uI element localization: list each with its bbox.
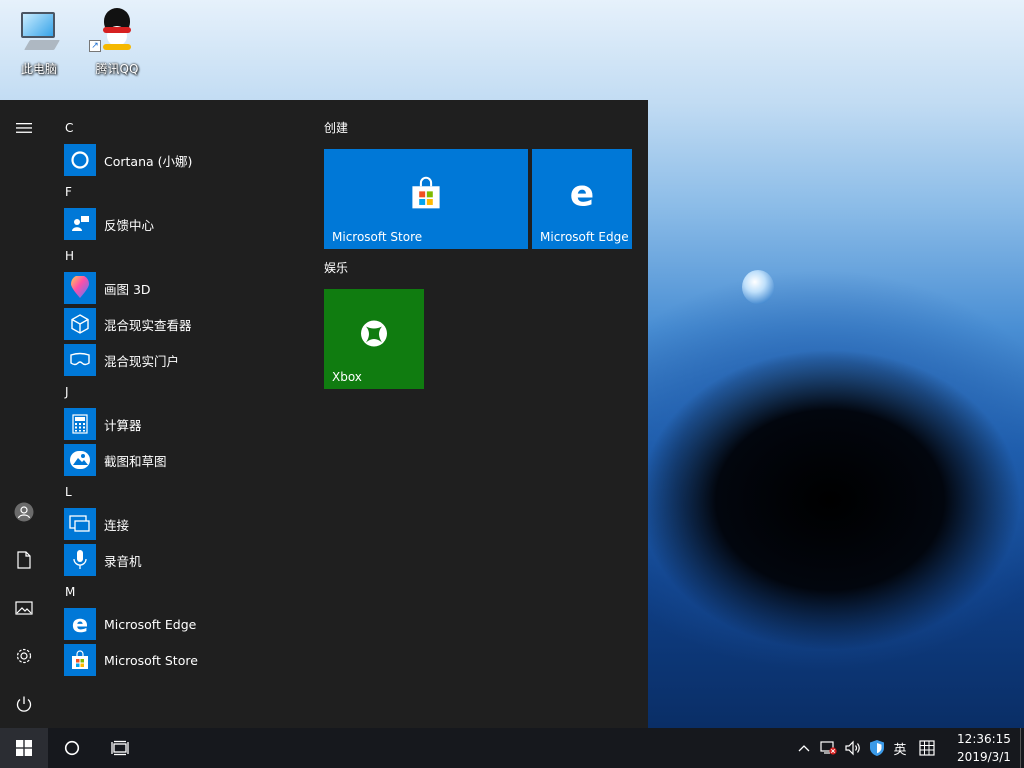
app-item-feedback-hub[interactable]: 反馈中心 [56,206,306,242]
app-label: 混合现实查看器 [104,317,192,333]
app-group-header[interactable]: L [56,478,306,506]
chevron-up-icon [798,745,810,752]
app-label: 连接 [104,517,130,533]
security-button[interactable] [866,728,888,768]
tile-xbox[interactable]: Xbox [324,289,424,389]
clock-date: 2019/3/1 [957,750,1011,764]
app-item-mixed-reality-viewer[interactable]: 混合现实查看器 [56,306,306,342]
app-label: 截图和草图 [104,453,167,469]
app-item-mixed-reality-portal[interactable]: 混合现实门户 [56,342,306,378]
desktop-icon-label: 此电脑 [20,62,57,76]
app-group-header[interactable]: F [56,178,306,206]
app-label: 录音机 [104,553,142,569]
xbox-icon [359,319,389,352]
this-pc-icon [15,8,63,56]
app-item-snip-sketch[interactable]: 截图和草图 [56,442,306,478]
tile-label: Xbox [332,370,362,384]
edge-icon: e [64,608,96,640]
user-avatar-icon [14,502,34,522]
windows-defender-icon [870,740,884,756]
app-group-header[interactable]: J [56,378,306,406]
start-menu: C Cortana (小娜) F 反馈中心 H 画图 3D 混合现实查看器 混合… [0,100,648,728]
wallpaper-water-drop [742,270,774,304]
power-icon [16,696,32,712]
settings-button[interactable] [0,632,48,680]
search-button[interactable] [48,728,96,768]
ime-language-button[interactable]: 英 [890,728,910,768]
pictures-icon [15,601,33,615]
windows-logo-icon [16,740,32,756]
app-label: Microsoft Edge [104,616,197,632]
app-item-microsoft-edge[interactable]: e Microsoft Edge [56,606,306,642]
gear-icon [16,648,32,664]
app-item-calculator[interactable]: 计算器 [56,406,306,442]
app-item-cortana[interactable]: Cortana (小娜) [56,142,306,178]
taskbar-clock[interactable]: 12:36:15 2019/3/1 [950,730,1018,766]
desktop-icon-label: 腾讯QQ [95,62,139,76]
power-button[interactable] [0,680,48,728]
app-item-voice-recorder[interactable]: 录音机 [56,542,306,578]
app-item-paint-3d[interactable]: 画图 3D [56,270,306,306]
expand-menu-button[interactable] [0,104,48,152]
app-item-connect[interactable]: 连接 [56,506,306,542]
app-label: 混合现实门户 [104,353,180,369]
start-button[interactable] [0,728,48,768]
app-list: C Cortana (小娜) F 反馈中心 H 画图 3D 混合现实查看器 混合… [56,114,306,678]
store-icon [409,176,443,213]
task-view-button[interactable] [96,728,144,768]
tile-label: Microsoft Store [332,230,423,244]
clock-time: 12:36:15 [957,732,1011,746]
desktop-icon-qq[interactable]: ↗ 腾讯QQ [82,8,152,78]
show-hidden-icons-button[interactable] [794,728,814,768]
calculator-icon [64,408,96,440]
mixed-reality-viewer-icon [64,308,96,340]
pictures-button[interactable] [0,584,48,632]
network-button[interactable] [818,728,840,768]
app-group-header[interactable]: H [56,242,306,270]
app-group-header[interactable]: C [56,114,306,142]
cortana-icon [64,144,96,176]
snip-sketch-icon [64,444,96,476]
tile-microsoft-store[interactable]: Microsoft Store [324,149,528,249]
volume-icon [845,740,860,756]
desktop-icon-this-pc[interactable]: 此电脑 [4,8,74,78]
show-desktop-button[interactable] [1020,728,1024,768]
task-view-icon [111,740,129,756]
app-label: 计算器 [104,417,142,433]
tile-group-title[interactable]: 娱乐 [324,254,348,282]
taskbar: 英 12:36:15 2019/3/1 [0,728,1024,768]
app-label: 反馈中心 [104,217,155,233]
hamburger-icon [16,123,32,133]
feedback-hub-icon [64,208,96,240]
paint-3d-icon [64,272,96,304]
cortana-circle-icon [64,740,80,756]
ime-mode-button[interactable] [914,728,940,768]
edge-icon: e [569,173,595,215]
qq-penguin-icon: ↗ [89,8,141,56]
account-button[interactable] [0,488,48,536]
ime-grid-icon [919,740,935,756]
voice-recorder-icon [64,544,96,576]
app-label: Cortana (小娜) [104,153,193,169]
volume-button[interactable] [842,728,864,768]
app-label: Microsoft Store [104,652,198,668]
documents-button[interactable] [0,536,48,584]
app-item-microsoft-store[interactable]: Microsoft Store [56,642,306,678]
tile-microsoft-edge[interactable]: e Microsoft Edge [532,149,632,249]
tile-group-title[interactable]: 创建 [324,114,348,142]
network-disconnected-icon [820,741,837,755]
app-label: 画图 3D [104,281,151,297]
start-rail [0,100,48,728]
document-icon [17,551,31,569]
tile-label: Microsoft Edge [540,230,629,244]
mixed-reality-portal-icon [64,344,96,376]
shortcut-arrow-icon: ↗ [89,40,101,52]
app-group-header[interactable]: M [56,578,306,606]
store-icon [64,644,96,676]
connect-icon [64,508,96,540]
